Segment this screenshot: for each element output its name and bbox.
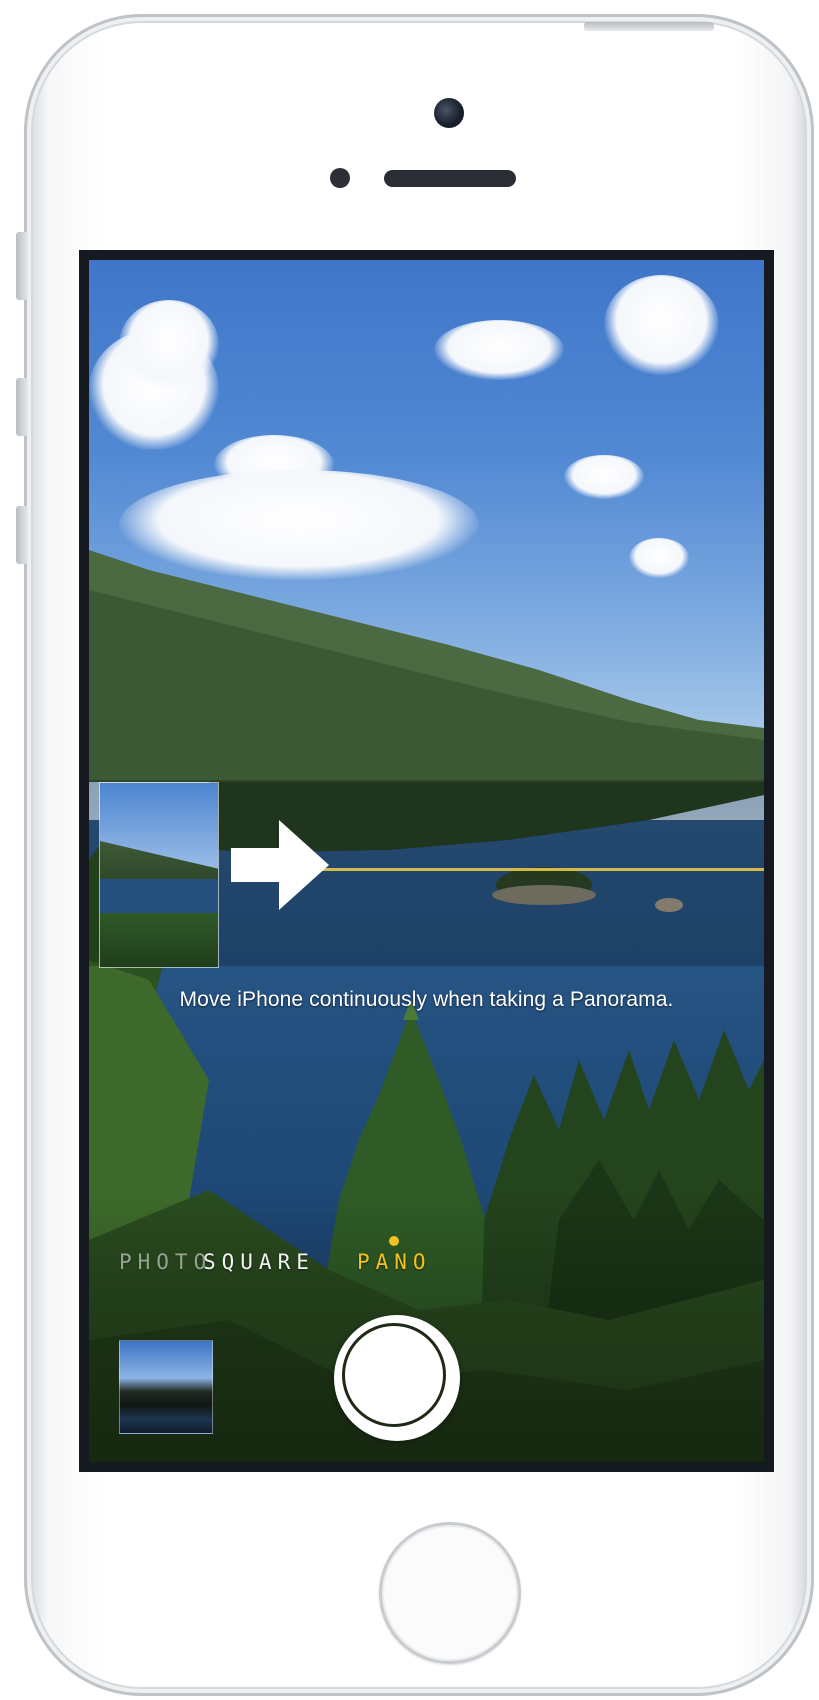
volume-down-button[interactable] — [16, 506, 28, 564]
pano-progress-preview — [99, 782, 219, 968]
mute-switch[interactable] — [16, 232, 28, 300]
mode-square[interactable]: SQUARE — [203, 1250, 315, 1274]
mode-indicator-dot — [389, 1236, 399, 1246]
pano-direction-arrow-icon — [231, 820, 329, 910]
mode-photo[interactable]: PHOTO — [119, 1250, 212, 1274]
volume-up-button[interactable] — [16, 378, 28, 436]
camera-mode-selector: PHOTO SQUARE PANO — [89, 1250, 764, 1280]
screen: Move iPhone continuously when taking a P… — [79, 250, 774, 1472]
mode-pano[interactable]: PANO — [357, 1250, 432, 1274]
gallery-thumbnail[interactable] — [119, 1340, 213, 1434]
pano-level-line — [319, 868, 764, 871]
pano-hint-text: Move iPhone continuously when taking a P… — [179, 988, 674, 1011]
shutter-ring — [342, 1323, 446, 1427]
front-camera — [434, 98, 464, 128]
camera-viewfinder[interactable]: Move iPhone continuously when taking a P… — [89, 260, 764, 1462]
home-button[interactable] — [379, 1522, 521, 1664]
proximity-sensor — [330, 168, 350, 188]
shutter-button[interactable] — [334, 1315, 460, 1441]
sleep-wake-button[interactable] — [584, 22, 714, 31]
earpiece-speaker — [384, 170, 516, 187]
